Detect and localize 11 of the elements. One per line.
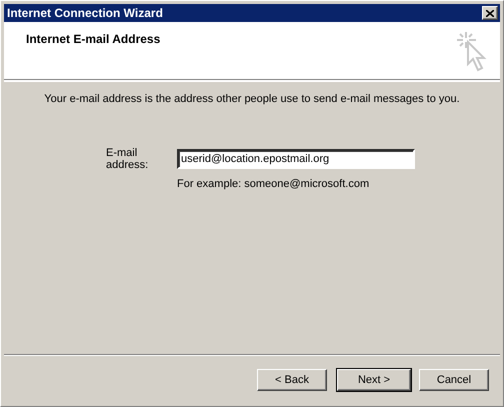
wizard-button[interactable]: < Back xyxy=(257,369,327,391)
email-field[interactable]: userid@location.epostmail.org xyxy=(177,149,415,169)
example-text: For example: someone@microsoft.com xyxy=(177,178,370,190)
wizard-button[interactable]: Next > xyxy=(337,369,411,391)
close-button[interactable] xyxy=(482,6,498,20)
intro-text: Your e-mail address is the address other people use to send e-mail messages to you. xyxy=(43,93,461,105)
field-label: E-mail address: xyxy=(106,147,150,171)
window-title: Internet Connection Wizard xyxy=(7,6,163,20)
close-icon xyxy=(486,10,494,16)
wizard-button[interactable]: Cancel xyxy=(419,369,489,391)
page-heading: Internet E-mail Address xyxy=(26,32,160,46)
